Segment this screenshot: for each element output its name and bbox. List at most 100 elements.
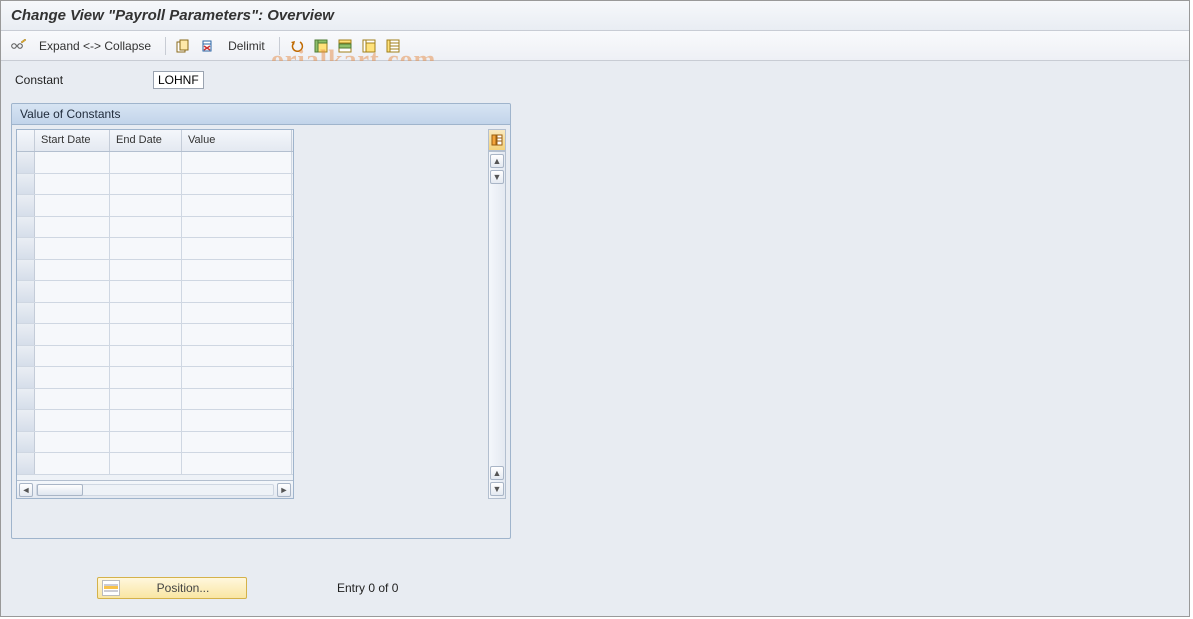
cell[interactable]: [182, 432, 292, 453]
row-selector[interactable]: [17, 195, 35, 216]
table-row: [17, 410, 293, 432]
cell[interactable]: [35, 281, 110, 302]
cell[interactable]: [110, 346, 182, 367]
table-row: [17, 260, 293, 282]
row-selector[interactable]: [17, 217, 35, 238]
cell[interactable]: [182, 281, 292, 302]
app-toolbar: Expand <-> Collapse Delimit: [1, 31, 1189, 61]
table-settings-icon[interactable]: [488, 129, 506, 151]
row-selector[interactable]: [17, 324, 35, 345]
row-selector[interactable]: [17, 303, 35, 324]
expand-collapse-button[interactable]: Expand <-> Collapse: [33, 37, 157, 55]
horizontal-scrollbar[interactable]: ◄ ►: [17, 480, 293, 498]
cell[interactable]: [35, 195, 110, 216]
row-selector[interactable]: [17, 453, 35, 474]
cell[interactable]: [182, 453, 292, 474]
cell[interactable]: [110, 195, 182, 216]
cell[interactable]: [182, 346, 292, 367]
deselect-all-icon[interactable]: [360, 37, 378, 55]
cell[interactable]: [182, 152, 292, 173]
cell[interactable]: [110, 432, 182, 453]
table-row: [17, 195, 293, 217]
undo-icon[interactable]: [288, 37, 306, 55]
footer-row: Position... Entry 0 of 0: [97, 577, 398, 599]
row-selector[interactable]: [17, 367, 35, 388]
position-button[interactable]: Position...: [97, 577, 247, 599]
scroll-page-up-icon[interactable]: ▼: [490, 170, 504, 184]
cell[interactable]: [35, 346, 110, 367]
cell[interactable]: [35, 432, 110, 453]
cell[interactable]: [110, 217, 182, 238]
row-selector[interactable]: [17, 238, 35, 259]
scroll-right-icon[interactable]: ►: [277, 483, 291, 497]
cell[interactable]: [35, 260, 110, 281]
cell[interactable]: [110, 152, 182, 173]
col-value[interactable]: Value: [182, 130, 292, 151]
cell[interactable]: [110, 281, 182, 302]
cell[interactable]: [110, 410, 182, 431]
row-selector-header[interactable]: [17, 130, 35, 151]
value-of-constants-panel: Value of Constants Start Date End Date V…: [11, 103, 511, 539]
select-all-icon[interactable]: [312, 37, 330, 55]
cell[interactable]: [35, 174, 110, 195]
cell[interactable]: [110, 238, 182, 259]
display-change-icon[interactable]: [9, 37, 27, 55]
cell[interactable]: [182, 238, 292, 259]
cell[interactable]: [35, 410, 110, 431]
cell[interactable]: [110, 367, 182, 388]
cell[interactable]: [35, 303, 110, 324]
scroll-up-icon[interactable]: ▲: [490, 154, 504, 168]
cell[interactable]: [182, 324, 292, 345]
hscroll-thumb[interactable]: [37, 484, 83, 496]
content-area: Constant LOHNF Value of Constants Start …: [1, 61, 1189, 609]
cell[interactable]: [35, 217, 110, 238]
cell[interactable]: [182, 217, 292, 238]
delete-icon[interactable]: [198, 37, 216, 55]
cell[interactable]: [182, 195, 292, 216]
scroll-down-icon[interactable]: ▼: [490, 482, 504, 496]
cell[interactable]: [110, 389, 182, 410]
vertical-scrollbar[interactable]: ▲ ▼ ▲ ▼: [488, 151, 506, 499]
cell[interactable]: [110, 453, 182, 474]
row-selector[interactable]: [17, 260, 35, 281]
constant-value[interactable]: LOHNF: [153, 71, 204, 89]
cell[interactable]: [182, 303, 292, 324]
col-end-date[interactable]: End Date: [110, 130, 182, 151]
table-row: [17, 174, 293, 196]
cell[interactable]: [35, 389, 110, 410]
table-row: [17, 303, 293, 325]
scroll-left-icon[interactable]: ◄: [19, 483, 33, 497]
cell[interactable]: [110, 174, 182, 195]
cell[interactable]: [35, 238, 110, 259]
row-selector[interactable]: [17, 174, 35, 195]
table-row: [17, 152, 293, 174]
cell[interactable]: [110, 324, 182, 345]
config-icon[interactable]: [384, 37, 402, 55]
table-row: [17, 389, 293, 411]
cell[interactable]: [110, 260, 182, 281]
row-selector[interactable]: [17, 346, 35, 367]
delimit-button[interactable]: Delimit: [222, 37, 271, 55]
cell[interactable]: [182, 389, 292, 410]
cell[interactable]: [35, 453, 110, 474]
row-selector[interactable]: [17, 432, 35, 453]
select-block-icon[interactable]: [336, 37, 354, 55]
copy-icon[interactable]: [174, 37, 192, 55]
cell[interactable]: [35, 152, 110, 173]
cell[interactable]: [182, 174, 292, 195]
cell[interactable]: [35, 324, 110, 345]
cell[interactable]: [182, 260, 292, 281]
scroll-page-down-icon[interactable]: ▲: [490, 466, 504, 480]
row-selector[interactable]: [17, 389, 35, 410]
cell[interactable]: [182, 410, 292, 431]
cell[interactable]: [182, 367, 292, 388]
row-selector[interactable]: [17, 152, 35, 173]
table-row: [17, 281, 293, 303]
cell[interactable]: [110, 303, 182, 324]
cell[interactable]: [35, 367, 110, 388]
row-selector[interactable]: [17, 410, 35, 431]
hscroll-track[interactable]: [36, 484, 274, 496]
row-selector[interactable]: [17, 281, 35, 302]
col-start-date[interactable]: Start Date: [35, 130, 110, 151]
position-button-label: Position...: [124, 581, 242, 595]
